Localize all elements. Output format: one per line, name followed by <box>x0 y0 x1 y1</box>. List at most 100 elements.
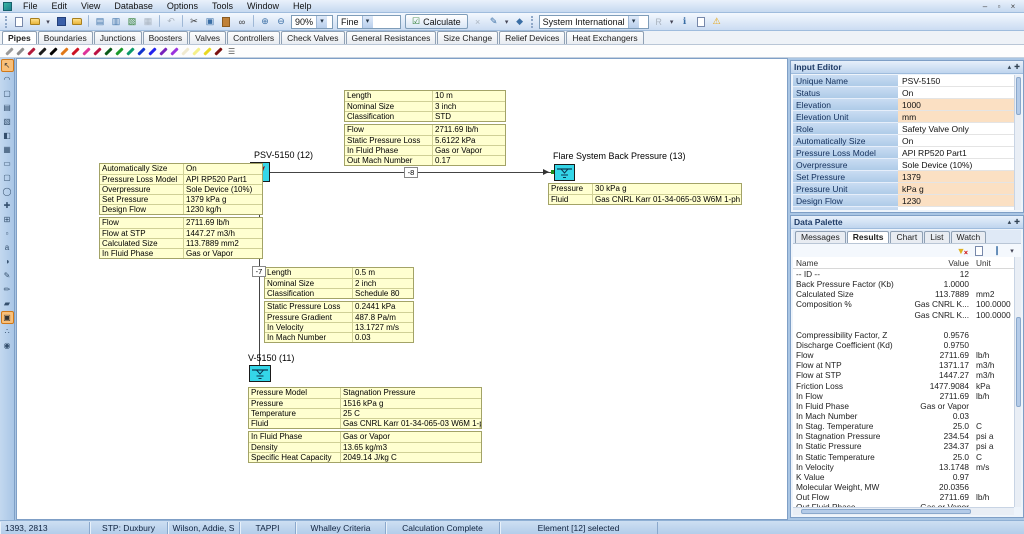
collapse-icon[interactable]: ▴ <box>1008 63 1012 71</box>
tab-relief-devices[interactable]: Relief Devices <box>499 31 566 44</box>
image-icon[interactable]: ▧ <box>1 115 14 128</box>
pipe-8-badge[interactable]: -8 <box>404 167 418 178</box>
palette-tab-results[interactable]: Results <box>846 231 890 243</box>
tab-valves[interactable]: Valves <box>189 31 227 44</box>
input-field-pressure-unit[interactable]: kPa g <box>898 183 1014 195</box>
palette-tab-watch[interactable]: Watch <box>950 231 987 243</box>
save-icon[interactable] <box>54 15 68 28</box>
annotate-caret-icon[interactable]: ▾ <box>503 15 511 28</box>
input-field-set-pressure[interactable]: 1379 <box>898 171 1014 183</box>
column-value[interactable]: Value <box>911 258 969 268</box>
spray-icon[interactable]: ∴ <box>1 325 14 338</box>
input-editor-scrollbar[interactable] <box>1014 75 1021 210</box>
results-scrollbar[interactable] <box>1014 257 1021 507</box>
close-button[interactable]: × <box>1008 2 1018 11</box>
find-icon[interactable]: ∞ <box>235 15 249 28</box>
menu-file[interactable]: File <box>16 0 45 12</box>
input-field-unique-name[interactable]: PSV-5150 <box>898 75 1014 87</box>
input-editor-header[interactable]: Input Editor ▴ ✚ <box>791 61 1023 74</box>
rectangle-icon[interactable]: ▭ <box>1 157 14 170</box>
input-field-flow-unit[interactable]: kg/h <box>898 207 1014 210</box>
input-field-pressure-loss-model[interactable]: API RP520 Part1 <box>898 147 1014 159</box>
input-field-elevation[interactable]: 1000 <box>898 99 1014 111</box>
pen-color-15[interactable] <box>169 46 180 57</box>
collapse-icon[interactable]: ▴ <box>1008 218 1012 226</box>
pen-color-10[interactable] <box>114 46 125 57</box>
scrollbar-thumb[interactable] <box>1016 317 1021 407</box>
pen-color-9[interactable] <box>103 46 114 57</box>
insert-object-icon[interactable]: ▤ <box>93 15 107 28</box>
menu-tools[interactable]: Tools <box>205 0 240 12</box>
pencil-icon[interactable]: ✏ <box>1 283 14 296</box>
pen-color-1[interactable] <box>15 46 26 57</box>
help-context-icon[interactable]: ℹ <box>678 15 692 28</box>
export-image-icon[interactable]: ▧ <box>125 15 139 28</box>
results-hscrollbar[interactable] <box>793 507 1014 515</box>
pin-icon[interactable]: ✚ <box>1014 63 1020 71</box>
menu-database[interactable]: Database <box>107 0 160 12</box>
lasso-icon[interactable]: ◠ <box>1 73 14 86</box>
open-caret-icon[interactable]: ▾ <box>44 15 52 28</box>
zoom-level-select[interactable]: 90% ▾ <box>291 14 333 29</box>
tab-boosters[interactable]: Boosters <box>142 31 189 44</box>
erase-icon[interactable]: ▫ <box>1 227 14 240</box>
menu-options[interactable]: Options <box>160 0 205 12</box>
zoom-in-icon[interactable]: ⊕ <box>258 15 272 28</box>
redline-icon[interactable]: R <box>652 15 666 28</box>
clear-filter-icon[interactable]: ▼ × <box>954 244 968 258</box>
tab-size-change[interactable]: Size Change <box>437 31 499 44</box>
column-name[interactable]: Name <box>793 258 911 268</box>
menu-edit[interactable]: Edit <box>45 0 75 12</box>
pen-color-11[interactable] <box>125 46 136 57</box>
data-palette-header[interactable]: Data Palette ▴ ✚ <box>791 216 1023 229</box>
tab-general-resistances[interactable]: General Resistances <box>345 31 437 44</box>
pen-icon[interactable]: ✎ <box>1 269 14 282</box>
vessel-node-icon[interactable] <box>249 365 271 382</box>
marquee-icon[interactable]: ▢ <box>1 87 14 100</box>
unit-system-select[interactable]: System International ▾ <box>538 14 649 29</box>
input-field-overpressure[interactable]: Sole Device (10%) <box>898 159 1014 171</box>
new-document-icon[interactable] <box>12 15 26 28</box>
palette-tab-chart[interactable]: Chart <box>890 231 924 243</box>
minimize-button[interactable]: – <box>980 2 990 11</box>
warnings-icon[interactable]: ⚠ <box>710 15 724 28</box>
pen-color-16[interactable] <box>180 46 191 57</box>
pipe-7-badge[interactable]: -7 <box>252 266 266 277</box>
pin-icon[interactable]: ✚ <box>1014 218 1020 226</box>
pen-color-6[interactable] <box>70 46 81 57</box>
rounded-rectangle-icon[interactable]: ▢ <box>1 171 14 184</box>
menu-window[interactable]: Window <box>240 0 286 12</box>
pen-color-5[interactable] <box>59 46 70 57</box>
flowsheet-canvas[interactable]: -8 -7 PSV-5150 (12) Flare System Back Pr… <box>16 58 788 520</box>
cut-icon[interactable]: ✂ <box>187 15 201 28</box>
tab-controllers[interactable]: Controllers <box>227 31 281 44</box>
scrollbar-thumb[interactable] <box>1016 77 1021 115</box>
pen-color-8[interactable] <box>92 46 103 57</box>
annotate-icon[interactable]: ✎ <box>487 15 501 28</box>
restore-button[interactable]: ▫ <box>994 2 1004 11</box>
pen-color-0[interactable] <box>4 46 15 57</box>
pen-color-19[interactable] <box>213 46 224 57</box>
display-options-icon[interactable]: ❙ <box>990 244 1004 257</box>
input-field-elevation-unit[interactable]: mm <box>898 111 1014 123</box>
zoom-out-icon[interactable]: ⊖ <box>274 15 288 28</box>
flip-icon[interactable]: ◧ <box>1 129 14 142</box>
zoom-area-icon[interactable]: ◉ <box>1 339 14 352</box>
shape-box-icon[interactable]: ▣ <box>0 311 14 324</box>
redline-caret-icon[interactable]: ▾ <box>668 15 676 28</box>
ellipse-icon[interactable]: ◯ <box>1 185 14 198</box>
open-folder-icon[interactable] <box>28 15 42 28</box>
pen-color-3[interactable] <box>37 46 48 57</box>
input-field-role[interactable]: Safety Valve Only <box>898 123 1014 135</box>
move-icon[interactable]: ✚ <box>1 199 14 212</box>
marker-icon[interactable]: ▰ <box>1 297 14 310</box>
undo-icon[interactable]: ↶ <box>164 15 178 28</box>
pen-color-12[interactable] <box>136 46 147 57</box>
cancel-calc-icon[interactable]: × <box>471 15 485 28</box>
copy-icon[interactable]: ▣ <box>203 15 217 28</box>
chevron-down-icon[interactable]: ▾ <box>1008 244 1016 257</box>
flare-node-icon[interactable] <box>554 164 575 181</box>
input-field-status[interactable]: On <box>898 87 1014 99</box>
pen-list-icon[interactable]: ☰ <box>228 47 235 56</box>
scrollbar-thumb[interactable] <box>801 509 971 514</box>
